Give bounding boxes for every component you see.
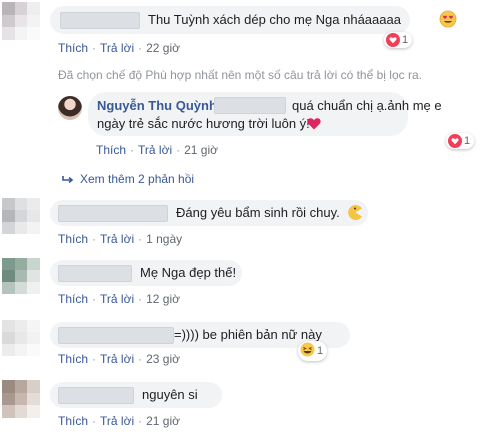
comment-time: 12 giờ	[146, 292, 180, 306]
red-heart-emoji	[307, 117, 321, 134]
commenter-avatar[interactable]	[2, 2, 40, 40]
more-replies-link[interactable]: Xem thêm 2 phản hồi	[62, 172, 194, 186]
reply-author-name[interactable]: Nguyễn Thu Quỳnh	[97, 98, 217, 114]
commenter-avatar[interactable]	[2, 320, 40, 356]
reply-actions: Thích · Trả lời · 21 giờ	[96, 143, 218, 157]
like-link[interactable]: Thích	[58, 292, 88, 306]
comment-time: 21 giờ	[146, 414, 180, 428]
commenter-avatar[interactable]	[2, 258, 40, 294]
reply-time: 21 giờ	[184, 143, 218, 157]
like-link[interactable]: Thích	[96, 143, 126, 157]
like-link[interactable]: Thích	[58, 41, 88, 55]
reply-link[interactable]: Trả lời	[100, 292, 134, 306]
reply-link[interactable]: Trả lời	[138, 143, 172, 157]
comment-actions: Thích · Trả lời · 23 giờ	[58, 352, 180, 366]
redacted-name	[60, 12, 140, 29]
redacted-name	[58, 265, 132, 282]
filter-notice: Đã chọn chế độ Phù hợp nhất nên một số c…	[58, 68, 422, 82]
reply-link[interactable]: Trả lời	[100, 232, 134, 246]
reply-text-line2: ngày trẻ sắc nước hương trời luôn ý!	[97, 116, 310, 131]
comment-actions: Thích · Trả lời · 12 giờ	[58, 292, 180, 306]
pacman-emoji	[347, 204, 364, 225]
reply-author-avatar[interactable]	[58, 96, 82, 120]
comment-text: Đáng yêu bẩm sinh rồi chuy.	[176, 205, 340, 220]
comment-text: Thu Tuỳnh xách dép cho mẹ Nga nháaaaaa	[148, 12, 401, 27]
like-link[interactable]: Thích	[58, 232, 88, 246]
comment-bubble: Đáng yêu bẩm sinh rồi chuy.	[50, 200, 368, 226]
heart-icon	[386, 33, 400, 47]
reply-link[interactable]: Trả lời	[100, 352, 134, 366]
redacted-tag	[214, 97, 286, 114]
comment-time: 22 giờ	[146, 41, 180, 55]
like-link[interactable]: Thích	[58, 414, 88, 428]
more-replies-label: Xem thêm 2 phản hồi	[80, 172, 195, 186]
reply-text-line1: quá chuẩn chị ạ.ảnh mẹ e	[292, 98, 442, 113]
redacted-name	[58, 205, 168, 222]
reaction-count[interactable]: 1	[446, 133, 475, 149]
comment-text: Mẹ Nga đẹp thế!	[140, 265, 237, 280]
comment-bubble: Thu Tuỳnh xách dép cho mẹ Nga nháaaaaa	[50, 6, 457, 34]
commenter-avatar[interactable]	[2, 198, 40, 234]
reply-link[interactable]: Trả lời	[100, 414, 134, 428]
commenter-avatar[interactable]	[2, 380, 40, 418]
comment-actions: Thích · Trả lời · 1 ngày	[58, 232, 183, 246]
comment-bubble: Mẹ Nga đẹp thế!	[50, 260, 242, 286]
reaction-count[interactable]: 1	[384, 32, 413, 48]
comment-text: =)))) be phiên bản nữ này	[174, 327, 322, 342]
reply-bubble: Nguyễn Thu Quỳnh quá chuẩn chị ạ.ảnh mẹ …	[88, 92, 442, 136]
heart-eyes-emoji	[439, 10, 457, 32]
comment-time: 23 giờ	[146, 352, 180, 366]
reply-arrow-icon	[62, 175, 74, 183]
laughing-emoji	[300, 342, 315, 360]
heart-icon	[448, 134, 462, 148]
comment-bubble: nguyên si	[50, 382, 222, 408]
comment-actions: Thích · Trả lời · 22 giờ	[58, 41, 180, 55]
comment-actions: Thích · Trả lời · 21 giờ	[58, 414, 180, 428]
like-link[interactable]: Thích	[58, 352, 88, 366]
redacted-name	[58, 387, 134, 404]
reaction-count[interactable]: 1	[298, 341, 328, 361]
redacted-name	[58, 327, 174, 344]
comment-time: 1 ngày	[146, 232, 183, 246]
reply-link[interactable]: Trả lời	[100, 41, 134, 55]
comment-text: nguyên si	[142, 387, 198, 402]
